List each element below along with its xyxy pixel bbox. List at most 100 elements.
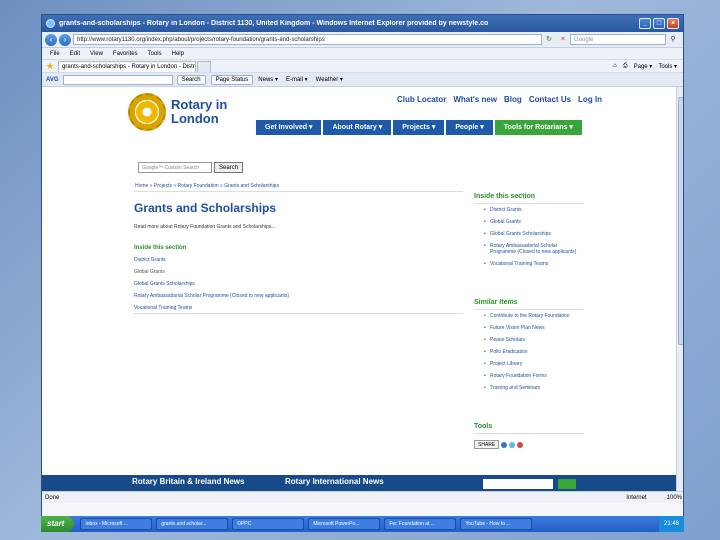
similar-items-heading: Similar Items <box>474 299 518 306</box>
start-button[interactable]: start <box>41 516 75 532</box>
close-button[interactable]: × <box>667 18 679 29</box>
menu-view[interactable]: View <box>90 51 103 57</box>
intro-text: Read more about Rotary Foundation Grants… <box>134 224 276 230</box>
nav-projects[interactable]: Projects ▾ <box>393 120 445 135</box>
avg-search-button[interactable]: Search <box>176 74 206 85</box>
list-item[interactable]: Polio Eradication <box>484 349 582 355</box>
email-share-icon[interactable] <box>517 441 524 448</box>
list-item[interactable]: District Grants <box>134 257 289 263</box>
list-item[interactable]: Vocational Training Teams <box>134 305 289 311</box>
menu-file[interactable]: File <box>50 51 60 57</box>
news-button[interactable]: News ▾ <box>258 76 278 83</box>
taskbar-button[interactable]: Fw: Foundation at ... <box>384 518 457 530</box>
maximize-button[interactable]: □ <box>653 18 665 29</box>
breadcrumb[interactable]: Home » Projects » Rotary Foundation » Gr… <box>133 180 463 192</box>
taskbar-button[interactable]: Microsoft PowerPo... <box>308 518 381 530</box>
browser-window: grants-and-scholarships - Rotary in Lond… <box>41 14 684 518</box>
site-logo[interactable]: Rotary in London <box>128 93 227 131</box>
list-item[interactable]: Vocational Training Teams <box>484 261 582 267</box>
forward-button[interactable]: › <box>59 33 71 46</box>
menu-help[interactable]: Help <box>172 51 184 57</box>
main-nav: Get Involved ▾ About Rotary ▾ Projects ▾… <box>256 120 582 135</box>
security-zone: Internet <box>626 494 647 501</box>
inside-section-list: District Grants Global Grants Global Gra… <box>134 257 289 317</box>
list-item[interactable]: Rotary Ambassadorial Scholar Programme (… <box>134 293 289 299</box>
avg-search-input[interactable] <box>62 74 173 85</box>
menu-tools[interactable]: Tools <box>148 51 162 57</box>
page-viewport: Rotary in London Club Locator What's new… <box>42 87 683 491</box>
footer-rbi-news[interactable]: Rotary Britain & Ireland News <box>132 477 244 486</box>
link-club-locator[interactable]: Club Locator <box>397 95 446 104</box>
twitter-icon[interactable] <box>509 441 516 448</box>
sidebar-inside-heading: Inside this section <box>474 193 536 200</box>
command-bar: ⌂ ⎙ Page ▾ Tools ▾ <box>613 63 683 70</box>
nav-tools-for-rotarians[interactable]: Tools for Rotarians ▾ <box>494 120 582 135</box>
footer-ri-news[interactable]: Rotary International News <box>285 477 384 486</box>
taskbar-button[interactable]: grants and scholar... <box>156 518 229 530</box>
logo-text: Rotary in London <box>171 97 228 126</box>
nav-about-rotary[interactable]: About Rotary ▾ <box>323 120 392 135</box>
taskbar-button[interactable]: Inbox - Microsoft ... <box>80 518 153 530</box>
address-bar-row: ‹ › http://www.rotary1130.org/index.php/… <box>42 32 683 48</box>
menu-bar: File Edit View Favorites Tools Help <box>42 48 683 60</box>
taskbar-button[interactable]: YouTube - How to ... <box>460 518 533 530</box>
list-item[interactable]: Contribute to the Rotary Foundation <box>484 313 582 319</box>
list-item[interactable]: Training and Seminars <box>484 385 582 391</box>
list-item[interactable]: Project Library <box>484 361 582 367</box>
minimize-button[interactable]: _ <box>639 18 651 29</box>
favorites-tab-bar: ★ grants-and-scholarships - Rotary in Lo… <box>42 60 683 73</box>
page-menu[interactable]: Page ▾ <box>634 63 653 70</box>
list-item[interactable]: Future Vision Plan News <box>484 325 582 331</box>
new-tab-button[interactable] <box>197 60 212 72</box>
browser-tab[interactable]: grants-and-scholarships - Rotary in Lond… <box>58 60 197 72</box>
link-log-in[interactable]: Log In <box>578 95 602 104</box>
status-bar: Done Internet 100% <box>42 491 683 503</box>
rotary-wheel-icon <box>128 93 166 131</box>
print-icon[interactable]: ⎙ <box>623 63 628 70</box>
list-item[interactable]: Global Grants <box>484 219 582 225</box>
weather-button[interactable]: Weather ▾ <box>316 76 343 83</box>
list-item[interactable]: Rotary Foundation Forms <box>484 373 582 379</box>
search-icon[interactable]: ⚲ <box>668 35 678 45</box>
content-divider <box>133 313 463 314</box>
tools-menu[interactable]: Tools ▾ <box>658 63 677 70</box>
footer-go-button[interactable] <box>558 479 576 489</box>
menu-edit[interactable]: Edit <box>70 51 80 57</box>
link-contact-us[interactable]: Contact Us <box>529 95 571 104</box>
site-search-input[interactable]: Google™ Custom Search <box>138 162 212 173</box>
list-item[interactable]: Global Grants Scholarships <box>134 281 289 287</box>
email-button[interactable]: E-mail ▾ <box>286 76 308 83</box>
list-item[interactable]: Global Grants <box>134 269 289 275</box>
system-clock: 21:48 <box>658 516 684 532</box>
address-input[interactable]: http://www.rotary1130.org/index.php/abou… <box>73 34 542 45</box>
browser-search-input[interactable]: Google <box>570 34 666 45</box>
ie-icon <box>46 19 55 28</box>
menu-favorites[interactable]: Favorites <box>113 51 138 57</box>
title-bar: grants-and-scholarships - Rotary in Lond… <box>42 15 683 32</box>
vertical-scrollbar[interactable] <box>676 87 683 491</box>
list-item[interactable]: Global Grants Scholarships <box>484 231 582 237</box>
page-status-button[interactable]: Page Status <box>210 74 254 85</box>
list-item[interactable]: Peace Scholars <box>484 337 582 343</box>
footer-input[interactable] <box>483 479 553 489</box>
scrollbar-thumb[interactable] <box>678 97 683 345</box>
link-whats-new[interactable]: What's new <box>453 95 497 104</box>
taskbar: start Inbox - Microsoft ... grants and s… <box>41 516 684 532</box>
nav-get-involved[interactable]: Get Involved ▾ <box>256 120 322 135</box>
home-icon[interactable]: ⌂ <box>613 63 617 70</box>
site-search-button[interactable]: Search <box>214 162 244 173</box>
facebook-icon[interactable] <box>501 441 508 448</box>
favorites-star-icon[interactable]: ★ <box>46 61 54 72</box>
nav-people[interactable]: People ▾ <box>446 120 493 135</box>
list-item[interactable]: Rotary Ambassadorial Scholar Programme (… <box>484 243 582 255</box>
similar-items-list: Contribute to the Rotary Foundation Futu… <box>484 313 582 397</box>
zoom-level[interactable]: 100% <box>667 495 682 501</box>
refresh-icon[interactable]: ↻ <box>544 35 554 45</box>
back-button[interactable]: ‹ <box>45 33 57 46</box>
list-item[interactable]: District Grants <box>484 207 582 213</box>
stop-icon[interactable]: × <box>558 35 568 45</box>
share-button[interactable]: SHARE <box>474 440 500 449</box>
sidebar-inside-list: District Grants Global Grants Global Gra… <box>484 207 582 273</box>
link-blog[interactable]: Blog <box>504 95 522 104</box>
taskbar-button[interactable]: DPPC <box>232 518 305 530</box>
